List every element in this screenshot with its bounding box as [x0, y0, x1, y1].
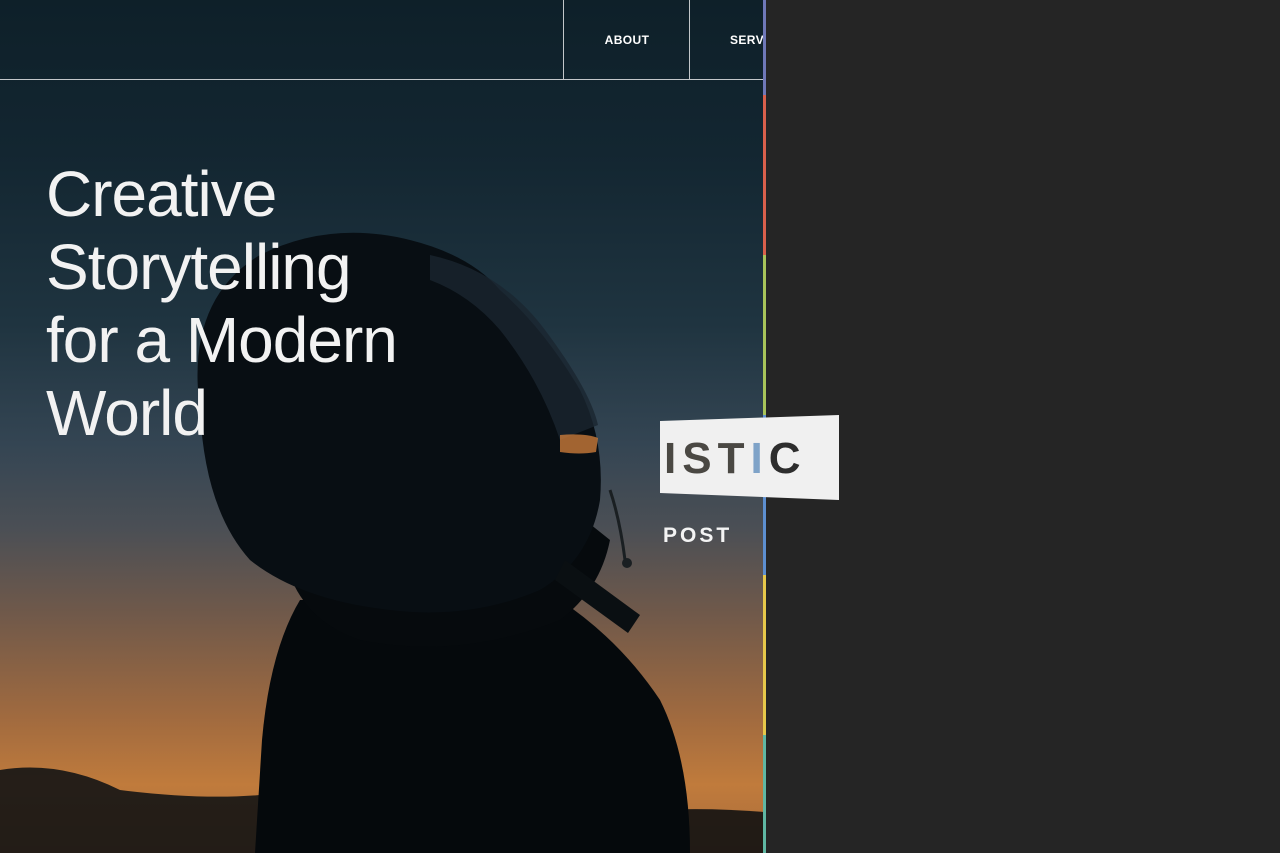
headline-line-1: Creative — [46, 158, 277, 230]
page: ABOUT SERV Creative Storytelling for a M… — [0, 0, 1280, 853]
logo-text-part-2: I — [750, 434, 769, 483]
headline-line-3: for a Modern — [46, 304, 398, 376]
logo-text-part-3: C — [768, 434, 807, 483]
logo-wordmark: ISTIC — [664, 435, 806, 483]
hero-headline: Creative Storytelling for a Modern World — [46, 158, 566, 450]
headline-line-4: World — [46, 377, 208, 449]
right-panel — [766, 0, 1280, 853]
logo-text-part-1: IST — [664, 434, 751, 483]
nav-item-services[interactable]: SERV — [689, 0, 764, 79]
logo-badge[interactable]: ISTIC — [660, 415, 840, 500]
nav-item-about[interactable]: ABOUT — [563, 0, 690, 79]
top-navigation: ABOUT SERV — [0, 0, 764, 80]
headline-line-2: Storytelling — [46, 231, 352, 303]
hero-photo: ABOUT SERV Creative Storytelling for a M… — [0, 0, 764, 853]
post-label[interactable]: POST — [663, 524, 732, 548]
